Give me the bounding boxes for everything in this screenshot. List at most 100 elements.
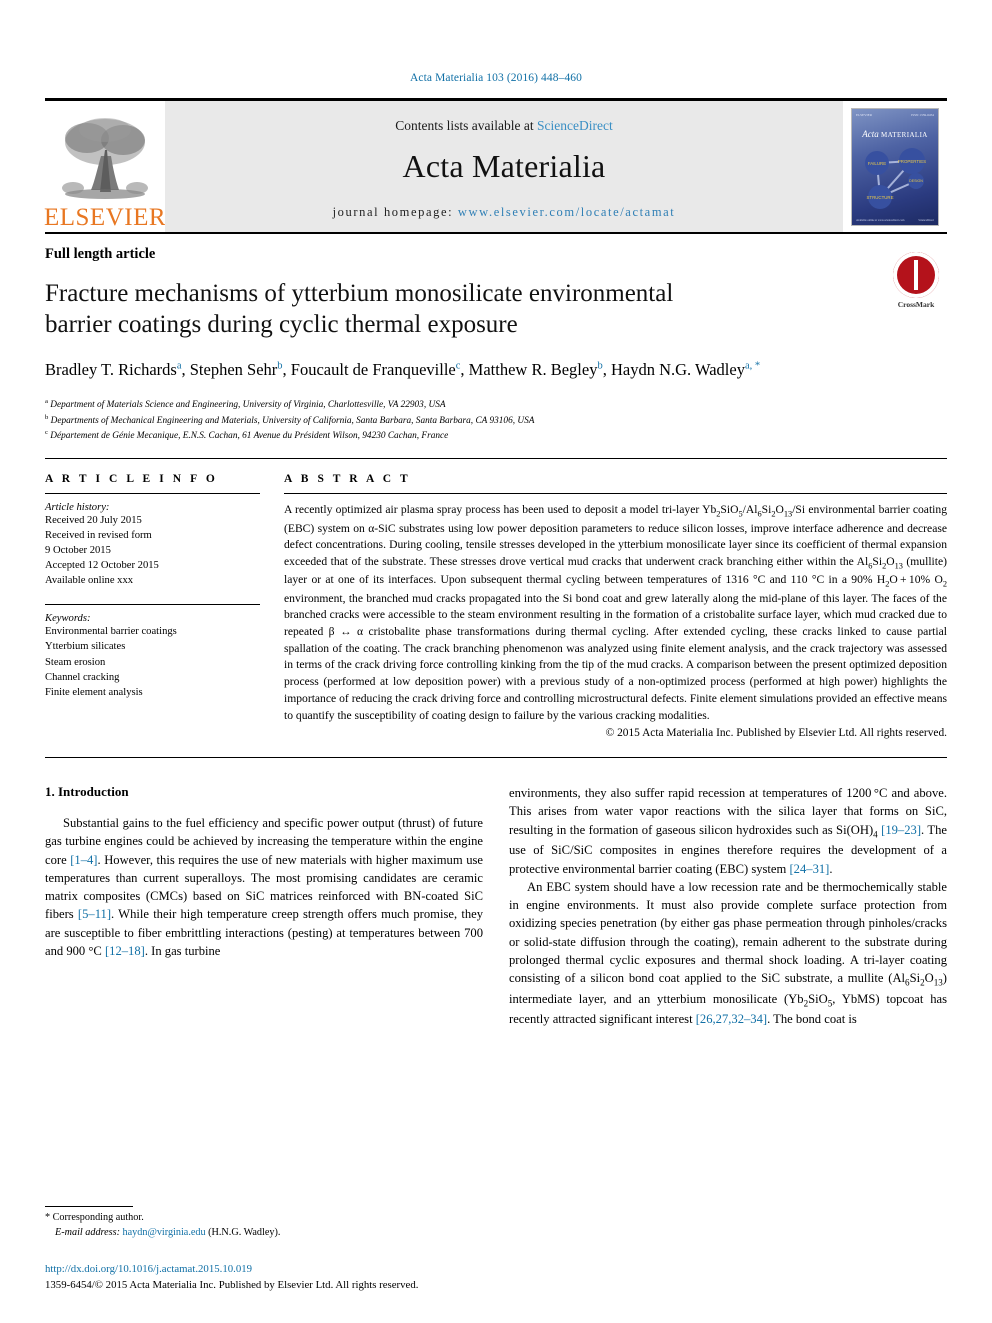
article-info-column: A R T I C L E I N F O Article history: R… (45, 473, 284, 739)
elsevier-logo: ELSEVIER (43, 101, 167, 232)
keywords-title: Keywords: (45, 613, 91, 625)
cover-title: Acta MATERIALIA (852, 129, 938, 139)
affiliation-mark: a (45, 397, 48, 405)
author-affil-mark: a (176, 360, 182, 372)
affiliation-item: a Department of Materials Science and En… (45, 397, 947, 413)
history-item: Available online xxx (45, 575, 134, 587)
journal-homepage-line: journal homepage: www.elsevier.com/locat… (333, 205, 676, 220)
cover-image: ELSEVIER ISSN 1359-6454 Acta MATERIALIA (851, 107, 939, 226)
cover-title-italic: Acta (862, 128, 879, 139)
author-name[interactable]: Haydn N.G. Wadley (611, 360, 745, 379)
article-info-heading: A R T I C L E I N F O (45, 473, 218, 486)
keyword-item: Ytterbium silicates (45, 641, 126, 653)
affiliation-mark: b (45, 413, 49, 421)
affiliation-list: a Department of Materials Science and En… (45, 397, 947, 445)
author-affil-mark: c (455, 360, 461, 372)
issn-copyright-line: 1359-6454/© 2015 Acta Materialia Inc. Pu… (45, 1278, 419, 1291)
corresponding-author-line: * Corresponding author. (45, 1212, 144, 1224)
crossmark-icon (893, 252, 939, 298)
author-affil-mark: a, * (744, 360, 761, 372)
citation-link[interactable]: [24–31] (789, 862, 829, 876)
history-item: Received 20 July 2015 (45, 515, 142, 527)
author-name[interactable]: Matthew R. Begley (469, 360, 598, 379)
divider (45, 604, 260, 606)
homepage-prefix: journal homepage: (332, 204, 458, 219)
article-type: Full length article (45, 246, 156, 262)
cover-footer-left: Available online at www.sciencedirect.co… (856, 218, 905, 222)
cover-network-diagram: FAILURE PROPERTIES DESIGN STRUCTURE (865, 147, 926, 209)
body-column-right: environments, they also suffer rapid rec… (509, 784, 947, 1029)
page-footer: http://dx.doi.org/10.1016/j.actamat.2015… (45, 1261, 605, 1293)
abstract-column: A B S T R A C T A recently optimized air… (284, 473, 947, 739)
doi-link[interactable]: http://dx.doi.org/10.1016/j.actamat.2015… (45, 1261, 605, 1277)
crossmark-badge[interactable]: CrossMark (885, 252, 947, 309)
citation-link[interactable]: [19–23] (881, 823, 921, 837)
author-affil-mark: b (277, 360, 283, 372)
affiliation-item: c Département de Génie Mecanique, E.N.S.… (45, 428, 947, 444)
citation-link[interactable]: [26,27,32–34] (696, 1012, 767, 1026)
abstract-copyright: © 2015 Acta Materialia Inc. Published by… (605, 727, 947, 740)
body-column-left: 1. Introduction Substantial gains to the… (45, 784, 483, 1029)
masthead-center: Contents lists available at ScienceDirec… (165, 101, 843, 232)
contents-available-line: Contents lists available at ScienceDirec… (395, 118, 612, 134)
svg-text:PROPERTIES: PROPERTIES (898, 159, 926, 164)
cover-corner-left: ELSEVIER (856, 112, 873, 117)
author-affil-mark: b (597, 360, 603, 372)
journal-masthead: ELSEVIER Contents lists available at Sci… (43, 98, 947, 232)
affiliation-item: b Departments of Mechanical Engineering … (45, 413, 947, 429)
affiliation-text: Departments of Mechanical Engineering an… (50, 415, 535, 426)
affiliation-text: Département de Génie Mecanique, E.N.S. C… (50, 431, 449, 442)
cover-footer-right: ScienceDirect (918, 218, 934, 222)
sciencedirect-link[interactable]: ScienceDirect (537, 118, 613, 133)
keyword-item: Finite element analysis (45, 686, 143, 698)
journal-cover-thumbnail: ELSEVIER ISSN 1359-6454 Acta MATERIALIA (843, 101, 947, 232)
page-title: Fracture mechanisms of ytterbium monosil… (45, 280, 674, 338)
article-header: CrossMark Full length article Fracture m… (45, 232, 947, 444)
email-line: E-mail address: haydn@virginia.edu (H.N.… (45, 1226, 465, 1241)
citation-link[interactable]: [5–11] (78, 907, 111, 921)
affiliation-mark: c (45, 429, 48, 437)
paragraph: Substantial gains to the fuel efficiency… (45, 816, 484, 958)
abstract-heading: A B S T R A C T (284, 473, 411, 486)
history-item: Received in revised form (45, 530, 152, 542)
citation-link[interactable]: [12–18] (105, 944, 145, 958)
article-history-title: Article history: (45, 502, 110, 514)
divider (45, 493, 260, 495)
running-head: Acta Materialia 103 (2016) 448–460 (409, 72, 583, 84)
svg-text:DESIGN: DESIGN (909, 179, 923, 183)
abstract-text: A recently optimized air plasma spray pr… (284, 503, 947, 722)
history-item: 9 October 2015 (45, 545, 111, 557)
paper-page: Acta Materialia 103 (2016) 448–460 ELSEV… (0, 0, 992, 1323)
elsevier-tree-icon (62, 118, 148, 199)
homepage-url-link[interactable]: www.elsevier.com/locate/actamat (458, 205, 675, 219)
history-item: Accepted 12 October 2015 (45, 560, 159, 572)
email-owner: (H.N.G. Wadley). (205, 1227, 281, 1239)
email-link[interactable]: haydn@virginia.edu (123, 1227, 206, 1238)
author-name[interactable]: Stephen Sehr (190, 360, 278, 379)
contents-prefix: Contents lists available at (395, 117, 537, 133)
elsevier-wordmark: ELSEVIER (43, 204, 167, 231)
footnote-rule (45, 1206, 133, 1208)
corresponding-author-footnote: * Corresponding author. E-mail address: … (45, 1206, 465, 1241)
author-name[interactable]: Foucault de Franqueville (291, 360, 456, 379)
crossmark-label: CrossMark (897, 300, 935, 309)
affiliation-text: Department of Materials Science and Engi… (50, 399, 446, 410)
author-name[interactable]: Bradley T. Richards (45, 360, 177, 379)
cover-corner-right: ISSN 1359-6454 (911, 112, 934, 117)
cover-title-caps: MATERIALIA (880, 130, 928, 139)
cover-footer: Available online at www.sciencedirect.co… (856, 219, 934, 222)
email-label: E-mail address: (55, 1227, 123, 1239)
svg-text:FAILURE: FAILURE (868, 161, 886, 166)
citation-link[interactable]: [1–4] (70, 853, 97, 867)
keyword-item: Steam erosion (45, 656, 106, 668)
keyword-item: Environmental barrier coatings (45, 626, 177, 638)
journal-title: Acta Materialia (402, 147, 606, 184)
body-columns: 1. Introduction Substantial gains to the… (45, 784, 947, 1029)
keyword-item: Channel cracking (45, 671, 120, 683)
svg-text:STRUCTURE: STRUCTURE (866, 195, 893, 200)
author-list: Bradley T. Richardsa, Stephen Sehrb, Fou… (45, 360, 761, 379)
paragraph: An EBC system should have a low recessio… (509, 879, 947, 1027)
paragraph: environments, they also suffer rapid rec… (509, 786, 947, 876)
section-heading-introduction: 1. Introduction (45, 784, 129, 800)
divider (284, 493, 947, 495)
